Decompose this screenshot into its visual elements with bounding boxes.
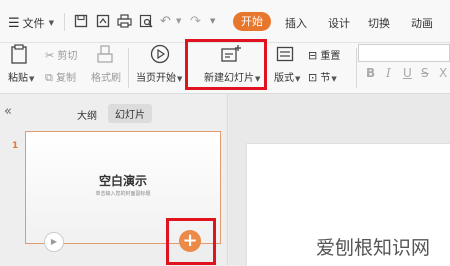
undo-icon[interactable]: ↶ <box>160 14 171 29</box>
add-slide-highlight-box <box>166 218 216 265</box>
menu-icon: ☰ <box>8 15 20 31</box>
watermark: 爱刨根知识网 <box>316 237 431 259</box>
divider <box>356 48 357 88</box>
slide-subtitle: 单击输入您的封面副标题 <box>95 191 151 197</box>
slide-number: 1 <box>12 141 19 151</box>
redo-icon[interactable]: ↷ <box>190 14 201 29</box>
cut-icon: ✂ <box>45 49 55 62</box>
paste-icon[interactable] <box>10 44 28 68</box>
file-menu[interactable]: ☰ 文件 ▼ <box>8 15 54 31</box>
copy-button[interactable]: ⧉ 复制 <box>45 69 76 85</box>
copy-label: 复制 <box>56 73 77 84</box>
chevron-down-icon: ▼ <box>331 75 337 83</box>
divider <box>64 13 65 31</box>
print-icon[interactable] <box>117 14 132 32</box>
tab-animation[interactable]: 动画 <box>411 15 433 31</box>
play-slide-button[interactable]: ▶ <box>44 232 64 252</box>
save-icon[interactable] <box>74 14 88 32</box>
section-label: 节 <box>320 73 331 84</box>
export-icon[interactable] <box>96 14 110 32</box>
cut-label: 剪切 <box>57 51 78 62</box>
file-menu-label: 文件 <box>22 17 45 30</box>
superscript-icon[interactable]: X <box>439 66 447 80</box>
format-painter-label[interactable]: 格式刷 <box>91 69 121 84</box>
chevron-down-icon: ▼ <box>29 75 35 83</box>
start-from-current-label: 当页开始 <box>136 73 176 84</box>
bold-icon[interactable]: B <box>366 66 375 80</box>
new-slide-highlight-box <box>185 39 267 90</box>
paste-button[interactable]: 粘贴▼ <box>8 69 34 84</box>
divider <box>128 48 129 88</box>
section-icon: ⊡ <box>308 71 318 84</box>
chevron-down-icon: ▼ <box>177 75 183 83</box>
italic-icon[interactable]: I <box>386 66 391 80</box>
underline-icon[interactable]: U <box>403 66 412 80</box>
paste-label: 粘贴 <box>8 73 28 84</box>
reset-icon: ⊟ <box>308 49 318 62</box>
copy-icon: ⧉ <box>45 71 53 84</box>
more-icon[interactable]: ▼ <box>210 17 215 25</box>
layout-button[interactable]: 版式▼ <box>274 69 300 84</box>
reset-button[interactable]: ⊟ 重置 <box>308 47 340 62</box>
collapse-icon[interactable]: « <box>4 104 12 119</box>
strikethrough-icon[interactable]: S <box>421 66 429 80</box>
tab-insert[interactable]: 插入 <box>285 15 307 31</box>
preview-icon[interactable] <box>139 14 153 32</box>
undo-dropdown-icon[interactable]: ▼ <box>176 17 181 25</box>
tab-design[interactable]: 设计 <box>328 15 350 31</box>
reset-label: 重置 <box>320 51 341 62</box>
tab-outline[interactable]: 大纲 <box>77 107 97 122</box>
cut-button[interactable]: ✂ 剪切 <box>45 47 77 62</box>
font-name-input[interactable] <box>358 44 450 62</box>
play-icon: ▶ <box>50 237 58 246</box>
tab-home[interactable]: 开始 <box>233 12 271 31</box>
format-painter-icon[interactable] <box>96 44 114 68</box>
play-icon[interactable] <box>150 44 170 68</box>
chevron-down-icon: ▼ <box>48 19 55 27</box>
slide-title: 空白演示 <box>98 174 147 188</box>
layout-label: 版式 <box>274 73 294 84</box>
start-from-current-button[interactable]: 当页开始▼ <box>136 69 182 84</box>
tab-transition[interactable]: 切换 <box>368 15 390 31</box>
chevron-down-icon: ▼ <box>295 75 301 83</box>
layout-icon[interactable] <box>276 46 294 66</box>
section-button[interactable]: ⊡ 节▼ <box>308 69 337 84</box>
tab-slides[interactable]: 幻灯片 <box>108 104 152 123</box>
